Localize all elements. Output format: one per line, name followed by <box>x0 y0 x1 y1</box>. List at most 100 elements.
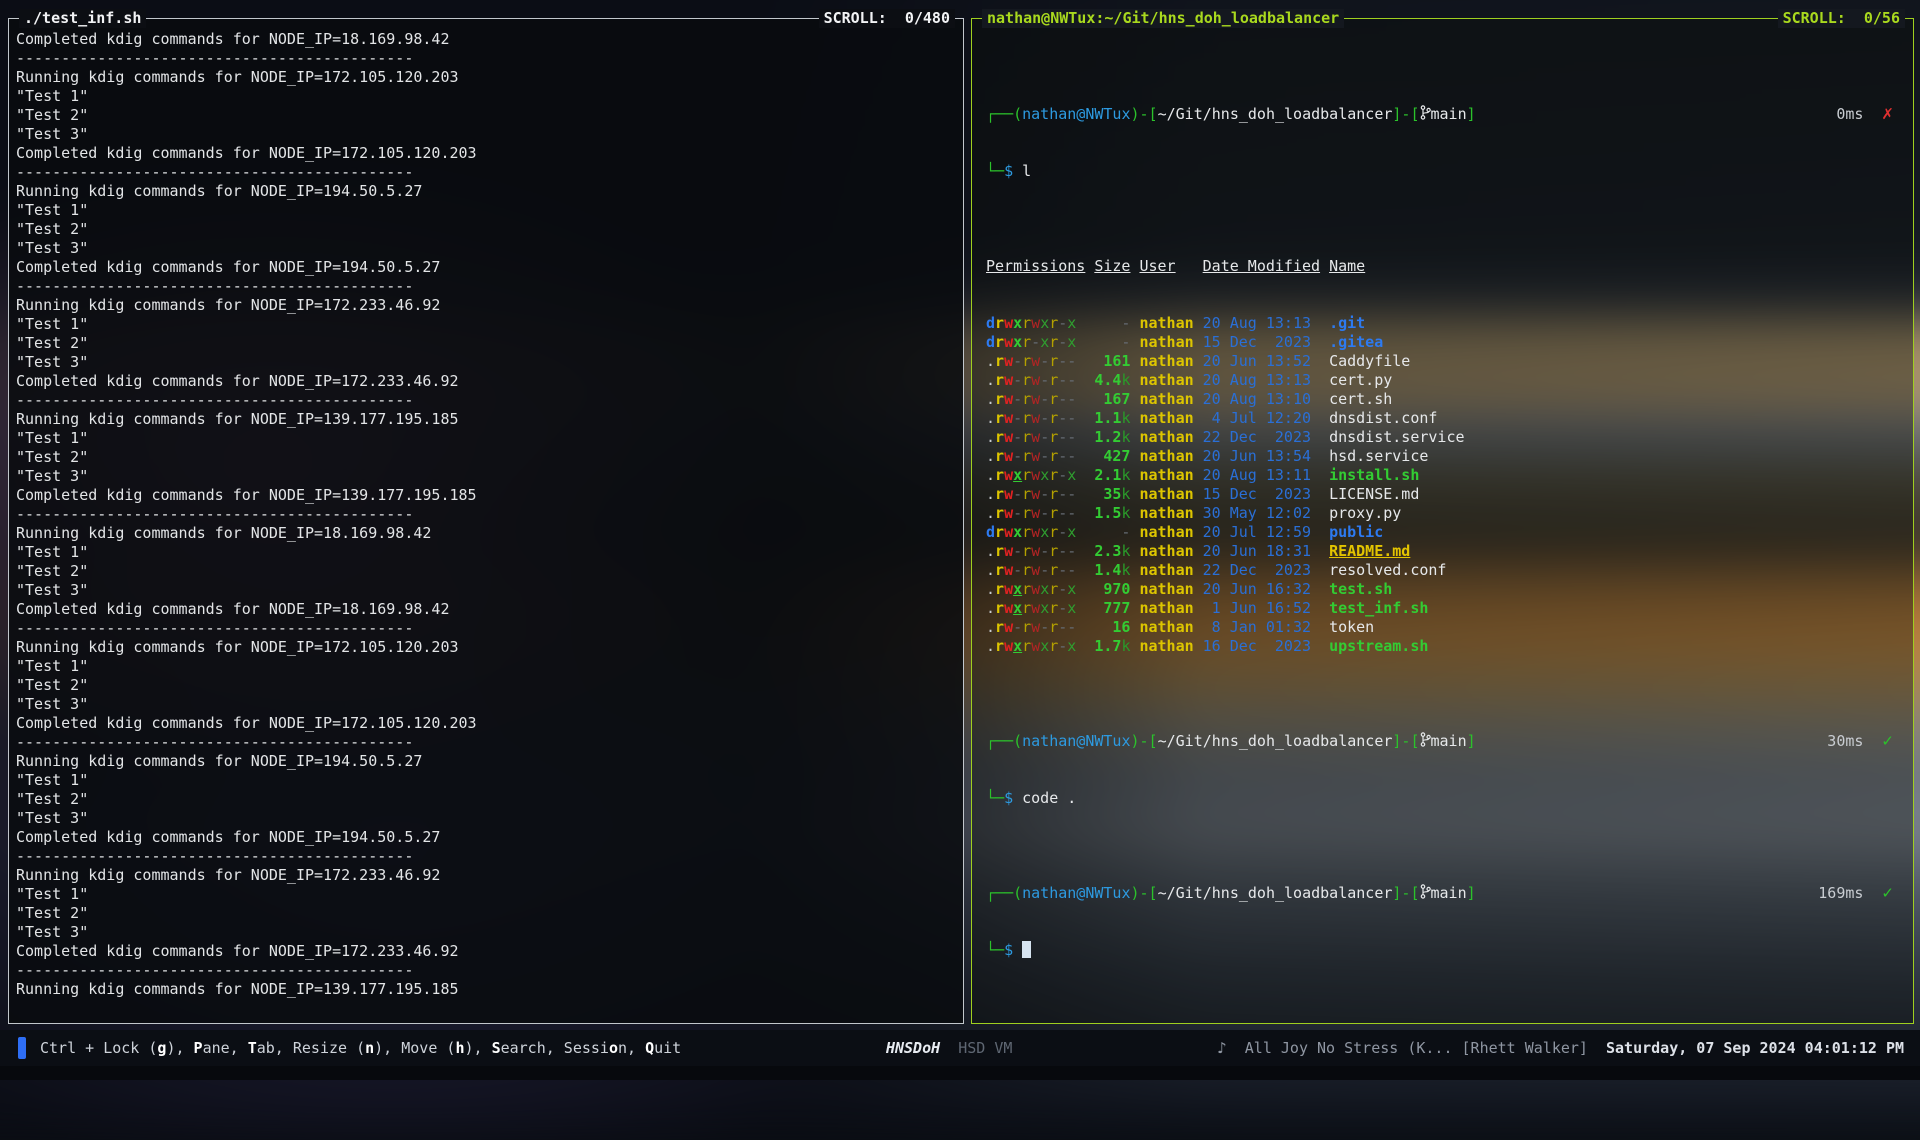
terminal-output-line: "Test 1" <box>16 87 956 106</box>
terminal-output-line: "Test 3" <box>16 353 956 372</box>
column-header: Name <box>1329 257 1365 276</box>
file-size: 427 <box>1094 447 1130 466</box>
terminal-output-line: ----------------------------------------… <box>16 961 956 980</box>
file-date: 20 Jun 16:32 <box>1203 580 1320 599</box>
terminal-output-line: "Test 1" <box>16 429 956 448</box>
terminal-output-line: Completed kdig commands for NODE_IP=18.1… <box>16 600 956 619</box>
terminal-output-line: Completed kdig commands for NODE_IP=172.… <box>16 144 956 163</box>
command-duration: 30ms <box>1827 732 1863 751</box>
terminal-output-line: Running kdig commands for NODE_IP=18.169… <box>16 524 956 543</box>
file-name: cert.py <box>1329 371 1392 390</box>
mode-indicator <box>18 1037 26 1059</box>
file-row: .rw-rw-r--427nathan20 Jun 13:54hsd.servi… <box>986 447 1894 466</box>
command-line: └─$ l <box>986 162 1894 181</box>
prompt-user-host: nathan@NWTux <box>1022 884 1130 903</box>
file-size: 777 <box>1094 599 1130 618</box>
terminal-output-line: "Test 3" <box>16 923 956 942</box>
terminal-output-line: Running kdig commands for NODE_IP=194.50… <box>16 752 956 771</box>
file-name: upstream.sh <box>1329 637 1428 656</box>
column-header: User <box>1139 257 1193 276</box>
file-row: .rw-rw-r--1.4knathan22 Dec 2023resolved.… <box>986 561 1894 580</box>
file-owner: nathan <box>1139 618 1193 637</box>
file-name: LICENSE.md <box>1329 485 1419 504</box>
terminal-output-line: "Test 2" <box>16 562 956 581</box>
file-date: 20 Aug 13:11 <box>1203 466 1320 485</box>
file-size: 1.4k <box>1094 561 1130 580</box>
file-permissions: .rw-rw-r-- <box>986 447 1085 466</box>
command-status-fail-icon: ✗ <box>1881 105 1894 124</box>
file-owner: nathan <box>1139 466 1193 485</box>
file-date: 1 Jun 16:52 <box>1203 599 1320 618</box>
file-permissions: .rwxrwxr-x <box>986 580 1085 599</box>
command-line: └─$ code . <box>986 789 1894 808</box>
terminal-output-line: "Test 2" <box>16 676 956 695</box>
file-size: 1.5k <box>1094 504 1130 523</box>
host-label: HSD VM <box>958 1039 1012 1057</box>
file-row: .rw-rw-r--4.4knathan20 Aug 13:13cert.py <box>986 371 1894 390</box>
prompt-user-host: nathan@NWTux <box>1022 105 1130 124</box>
file-size: - <box>1094 523 1130 542</box>
file-row: .rw-rw-r--167nathan20 Aug 13:10cert.sh <box>986 390 1894 409</box>
file-owner: nathan <box>1139 428 1193 447</box>
file-row: drwxr-xr-x-nathan15 Dec 2023.gitea <box>986 333 1894 352</box>
file-size: 35k <box>1094 485 1130 504</box>
file-name: README.md <box>1329 542 1410 561</box>
git-branch-icon <box>1420 105 1431 120</box>
file-size: 2.1k <box>1094 466 1130 485</box>
file-row: .rwxrwxr-x970nathan20 Jun 16:32test.sh <box>986 580 1894 599</box>
terminal-output-line: "Test 3" <box>16 695 956 714</box>
terminal-input[interactable]: └─$ <box>986 941 1894 960</box>
terminal-output-line: ----------------------------------------… <box>16 391 956 410</box>
file-row: .rw-rw-r--161nathan20 Jun 13:52Caddyfile <box>986 352 1894 371</box>
file-name: public <box>1329 523 1383 542</box>
terminal-output-line: Running kdig commands for NODE_IP=172.23… <box>16 296 956 315</box>
file-date: 4 Jul 12:20 <box>1203 409 1320 428</box>
file-name: hsd.service <box>1329 447 1428 466</box>
terminal-output-line: "Test 3" <box>16 809 956 828</box>
left-terminal-pane[interactable]: ./test_inf.sh SCROLL: 0/480 Completed kd… <box>8 18 964 1024</box>
prompt-line: ┌──(nathan@NWTux)-[~/Git/hns_doh_loadbal… <box>986 732 1894 751</box>
file-name: .git <box>1329 314 1365 333</box>
file-size: 167 <box>1094 390 1130 409</box>
file-permissions: drwxrwxr-x <box>986 314 1085 333</box>
file-name: test.sh <box>1329 580 1392 599</box>
file-date: 20 Jun 18:31 <box>1203 542 1320 561</box>
file-permissions: .rw-rw-r-- <box>986 428 1085 447</box>
terminal-output-line: "Test 2" <box>16 790 956 809</box>
command-duration: 169ms <box>1818 884 1863 903</box>
prompt-path: ~/Git/hns_doh_loadbalancer <box>1158 884 1393 903</box>
prompt-git-branch: main <box>1431 105 1467 124</box>
right-terminal-pane[interactable]: nathan@NWTux:~/Git/hns_doh_loadbalancer … <box>971 18 1914 1024</box>
file-owner: nathan <box>1139 333 1193 352</box>
file-owner: nathan <box>1139 599 1193 618</box>
session-name: HNSDoHHSD VM <box>886 1039 1012 1058</box>
terminal-output-line: Running kdig commands for NODE_IP=139.17… <box>16 980 956 999</box>
file-list-header-row: PermissionsSizeUserDate ModifiedName <box>986 257 1894 276</box>
command-text: code . <box>1022 789 1076 807</box>
file-row: .rw-rw-r--1.2knathan22 Dec 2023dnsdist.s… <box>986 428 1894 447</box>
terminal-output-line: Running kdig commands for NODE_IP=172.23… <box>16 866 956 885</box>
file-size: 1.7k <box>1094 637 1130 656</box>
terminal-output-line: ----------------------------------------… <box>16 163 956 182</box>
file-name: token <box>1329 618 1374 637</box>
file-list: drwxrwxr-x-nathan20 Aug 13:13.gitdrwxr-x… <box>986 314 1894 656</box>
file-owner: nathan <box>1139 409 1193 428</box>
terminal-output-line: Completed kdig commands for NODE_IP=172.… <box>16 372 956 391</box>
terminal-output-line: "Test 2" <box>16 220 956 239</box>
terminal-output-line: Completed kdig commands for NODE_IP=194.… <box>16 828 956 847</box>
terminal-output-line: "Test 3" <box>16 125 956 144</box>
file-owner: nathan <box>1139 352 1193 371</box>
clock: Saturday, 07 Sep 2024 04:01:12 PM <box>1606 1039 1904 1057</box>
file-date: 20 Jun 13:52 <box>1203 352 1320 371</box>
now-playing: All Joy No Stress (K... [Rhett Walker] <box>1227 1039 1588 1057</box>
file-size: 161 <box>1094 352 1130 371</box>
file-name: install.sh <box>1329 466 1419 485</box>
file-owner: nathan <box>1139 523 1193 542</box>
file-size: - <box>1094 333 1130 352</box>
status-bar: Ctrl + Lock (g), Pane, Tab, Resize (n), … <box>0 1030 1920 1066</box>
file-row: .rw-rw-r--1.1knathan 4 Jul 12:20dnsdist.… <box>986 409 1894 428</box>
status-right: ♪ All Joy No Stress (K... [Rhett Walker]… <box>1217 1039 1920 1058</box>
file-owner: nathan <box>1139 561 1193 580</box>
prompt-line: ┌──(nathan@NWTux)-[~/Git/hns_doh_loadbal… <box>986 884 1894 903</box>
file-date: 15 Dec 2023 <box>1203 333 1320 352</box>
